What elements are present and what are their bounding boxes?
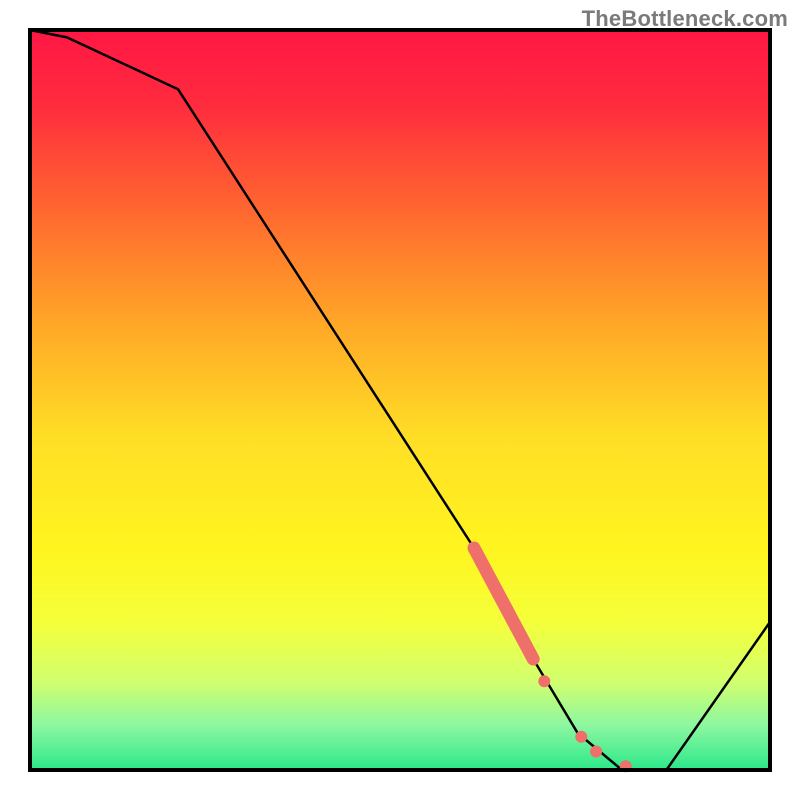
chart-background — [30, 30, 770, 770]
highlight-dot — [538, 675, 550, 687]
chart-svg — [0, 0, 800, 800]
chart-container: TheBottleneck.com — [0, 0, 800, 800]
highlight-dot — [590, 746, 602, 758]
watermark-label: TheBottleneck.com — [582, 6, 788, 32]
highlight-dot — [575, 731, 587, 743]
